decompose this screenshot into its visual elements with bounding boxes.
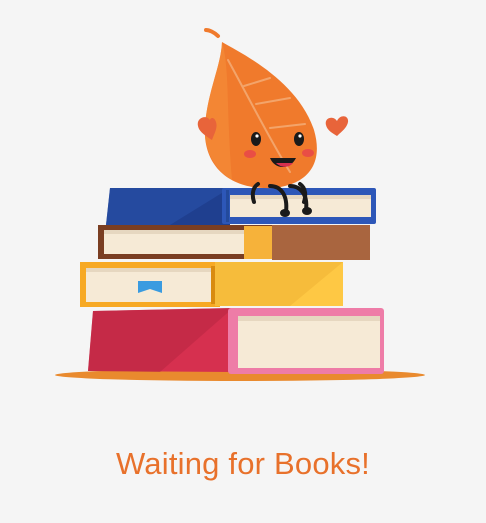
mascot-eye-right <box>294 132 304 146</box>
empty-state-screen: Waiting for Books! <box>0 0 486 523</box>
book-blue <box>106 188 376 225</box>
book-red <box>88 308 384 374</box>
mascot-eye-left <box>251 132 261 146</box>
book-yellow <box>80 262 343 307</box>
books-illustration <box>55 28 425 381</box>
heart-icon-right <box>325 116 349 136</box>
empty-state-message: Waiting for Books! <box>116 446 370 481</box>
book-brown <box>98 225 370 260</box>
